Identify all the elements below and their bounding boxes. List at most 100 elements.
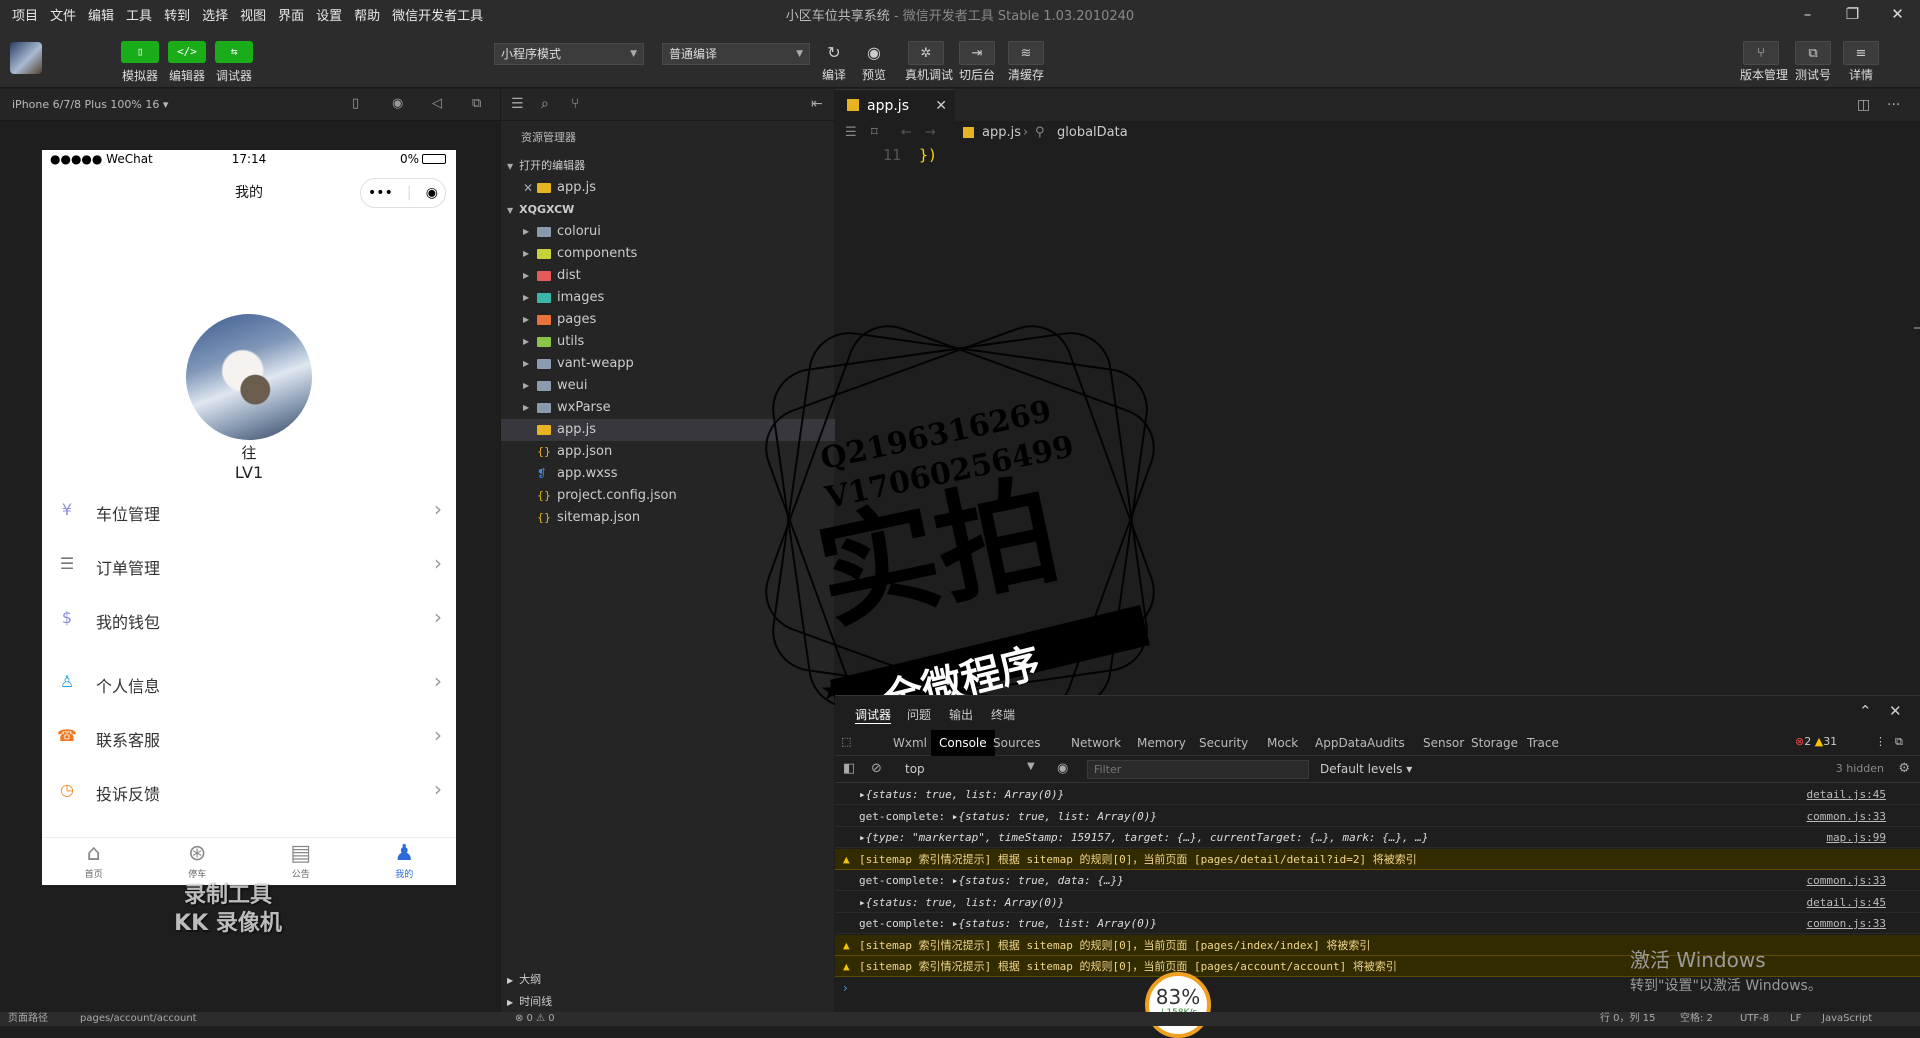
more-icon[interactable]: •••	[368, 185, 393, 201]
files-icon[interactable]: ☰	[511, 96, 524, 112]
menu-item-9[interactable]: 帮助	[348, 5, 386, 24]
more-icon[interactable]: ···	[1887, 97, 1900, 113]
console-log-entry[interactable]: ▸{status: true, list: Array(0)} detail.js…	[835, 784, 1920, 805]
file-tree-item[interactable]: ▶ components	[501, 243, 835, 265]
action-4[interactable]: ≋ 清缓存	[1005, 41, 1047, 83]
profile-menu-item-5[interactable]: ◷ 投诉反馈 ›	[42, 769, 456, 813]
file-tree-item[interactable]: {} project.config.json	[501, 485, 835, 507]
menu-item-4[interactable]: 转到	[158, 5, 196, 24]
tab-2[interactable]: ▤ 公告	[249, 838, 353, 885]
file-tree-item[interactable]: ▶ wxParse	[501, 397, 835, 419]
devtools-tab-storage[interactable]: Storage	[1463, 730, 1526, 756]
back-icon[interactable]: ←	[901, 121, 912, 145]
profile-menu-item-0[interactable]: ¥ 车位管理 ›	[42, 489, 456, 533]
devtools-tab-wxml[interactable]: Wxml	[885, 730, 935, 756]
close-icon[interactable]: ✕	[523, 177, 533, 199]
timeline-section[interactable]: ▶ 时间线	[501, 991, 835, 1013]
minimize-icon[interactable]: –	[1785, 0, 1830, 29]
user-avatar[interactable]	[10, 42, 42, 74]
device-select[interactable]: iPhone 6/7/8 Plus 100% 16 ▾	[12, 98, 168, 111]
tab-0[interactable]: ⌂ 首页	[42, 838, 146, 885]
mode-select[interactable]: 小程序模式 ▼	[494, 43, 644, 65]
volume-icon[interactable]: ◁	[432, 96, 442, 111]
phone-icon[interactable]: ▯	[352, 96, 359, 111]
scrollbar[interactable]	[1914, 327, 1920, 329]
chevron-up-icon[interactable]: ⌃	[1859, 702, 1872, 720]
panel-tab-3[interactable]: 终端	[991, 706, 1015, 723]
console-log-entry[interactable]: ▲ [sitemap 索引情况提示] 根据 sitemap 的规则[0]，当前页面…	[835, 848, 1920, 870]
file-tree-item[interactable]: ▶ weui	[501, 375, 835, 397]
eye-icon[interactable]: ◉	[1057, 761, 1068, 776]
action-2[interactable]: ✲ 真机调试	[905, 41, 953, 83]
close-icon[interactable]: ✕	[935, 90, 947, 122]
capsule-button[interactable]: ••• | ◉	[360, 178, 446, 208]
devtools-tab-security[interactable]: Security	[1191, 730, 1256, 756]
file-tree-item[interactable]: ❡ app.wxss	[501, 463, 835, 485]
profile-menu-item-3[interactable]: ♙ 个人信息 ›	[42, 661, 456, 705]
log-source-link[interactable]: map.js:99	[1826, 827, 1886, 847]
error-count[interactable]: ⊗2 ▲31	[1795, 735, 1837, 748]
forward-icon[interactable]: →	[925, 121, 936, 145]
console-log-entry[interactable]: get-complete: ▸{status: true, list: Arra…	[835, 913, 1920, 934]
devtools-tab-mock[interactable]: Mock	[1259, 730, 1306, 756]
console-log-entry[interactable]: ▸{type: "markertap", timeStamp: 159157, …	[835, 827, 1920, 848]
profile-menu-item-2[interactable]: $ 我的钱包 ›	[42, 597, 456, 641]
filter-input[interactable]: Filter	[1087, 760, 1309, 779]
file-tree-item[interactable]: app.js	[501, 419, 835, 441]
menu-item-8[interactable]: 设置	[310, 5, 348, 24]
file-tree-item[interactable]: ▶ vant-weapp	[501, 353, 835, 375]
tab-app-js[interactable]: app.js ✕	[835, 89, 955, 121]
file-tree-item[interactable]: ▶ utils	[501, 331, 835, 353]
action-0[interactable]: ↻ 编译	[813, 41, 855, 83]
right-action-1[interactable]: ⧉ 测试号	[1792, 41, 1834, 83]
target-icon[interactable]: ◉	[426, 185, 438, 201]
open-editor-item[interactable]: ✕ app.js	[501, 177, 835, 199]
kebab-icon[interactable]: ⋮	[1875, 735, 1886, 748]
console-log-entry[interactable]: get-complete: ▸{status: true, list: Arra…	[835, 806, 1920, 827]
action-3[interactable]: ⇥ 切后台	[956, 41, 998, 83]
devtools-tab-network[interactable]: Network	[1063, 730, 1129, 756]
devtools-tab-trace[interactable]: Trace	[1519, 730, 1567, 756]
view-toggle-2[interactable]: ⇆ 调试器	[212, 41, 256, 84]
restore-icon[interactable]: ❐	[1830, 0, 1875, 29]
file-tree-item[interactable]: {} sitemap.json	[501, 507, 835, 529]
panel-tab-2[interactable]: 输出	[949, 706, 973, 723]
collapse-icon[interactable]: ⇤	[811, 96, 823, 112]
sidebar-toggle-icon[interactable]: ◧	[843, 761, 855, 776]
split-editor-icon[interactable]: ◫	[1857, 97, 1870, 113]
open-editors-section[interactable]: ▼ 打开的编辑器	[501, 155, 835, 177]
tab-3[interactable]: ♟ 我的	[353, 838, 457, 885]
console-prompt[interactable]: ›	[843, 981, 848, 995]
source-control-icon[interactable]: ⑂	[571, 96, 579, 112]
network-speed-widget[interactable]: 83% ↓158K/s	[1145, 972, 1211, 1038]
window-icon[interactable]: ⧉	[472, 96, 481, 111]
outline-section[interactable]: ▶ 大纲	[501, 969, 835, 991]
bookmark-icon[interactable]: ⌑	[871, 121, 878, 145]
menu-item-5[interactable]: 选择	[196, 5, 234, 24]
file-tree-item[interactable]: ▶ dist	[501, 265, 835, 287]
console-log-entry[interactable]: get-complete: ▸{status: true, data: {…}}…	[835, 870, 1920, 891]
action-1[interactable]: ◉ 预览	[853, 41, 895, 83]
dock-icon[interactable]: ⧉	[1895, 735, 1903, 749]
view-toggle-1[interactable]: </> 编辑器	[165, 41, 209, 84]
log-source-link[interactable]: detail.js:45	[1807, 892, 1886, 912]
log-source-link[interactable]: common.js:33	[1807, 913, 1886, 933]
log-source-link[interactable]: common.js:33	[1807, 870, 1886, 890]
project-section[interactable]: ▼ XQGXCW	[501, 199, 835, 221]
inspect-icon[interactable]: ⬚	[841, 735, 851, 748]
file-tree-item[interactable]: ▶ pages	[501, 309, 835, 331]
levels-select[interactable]: Default levels ▾	[1320, 762, 1412, 776]
console-log-entry[interactable]: ▸{status: true, list: Array(0)} detail.js…	[835, 892, 1920, 913]
devtools-tab-audits[interactable]: Audits	[1359, 730, 1413, 756]
view-toggle-0[interactable]: ▯ 模拟器	[118, 41, 162, 84]
devtools-tab-memory[interactable]: Memory	[1129, 730, 1194, 756]
menu-item-0[interactable]: 项目	[6, 5, 44, 24]
search-icon[interactable]: ⌕	[541, 96, 549, 112]
profile-menu-item-1[interactable]: ☰ 订单管理 ›	[42, 543, 456, 587]
code-line[interactable]: 11 })	[835, 145, 1920, 165]
devtools-tab-sources[interactable]: Sources	[985, 730, 1048, 756]
close-icon[interactable]: ✕	[1889, 702, 1902, 720]
menu-item-7[interactable]: 界面	[272, 5, 310, 24]
file-tree-item[interactable]: {} app.json	[501, 441, 835, 463]
menu-item-10[interactable]: 微信开发者工具	[386, 5, 489, 24]
